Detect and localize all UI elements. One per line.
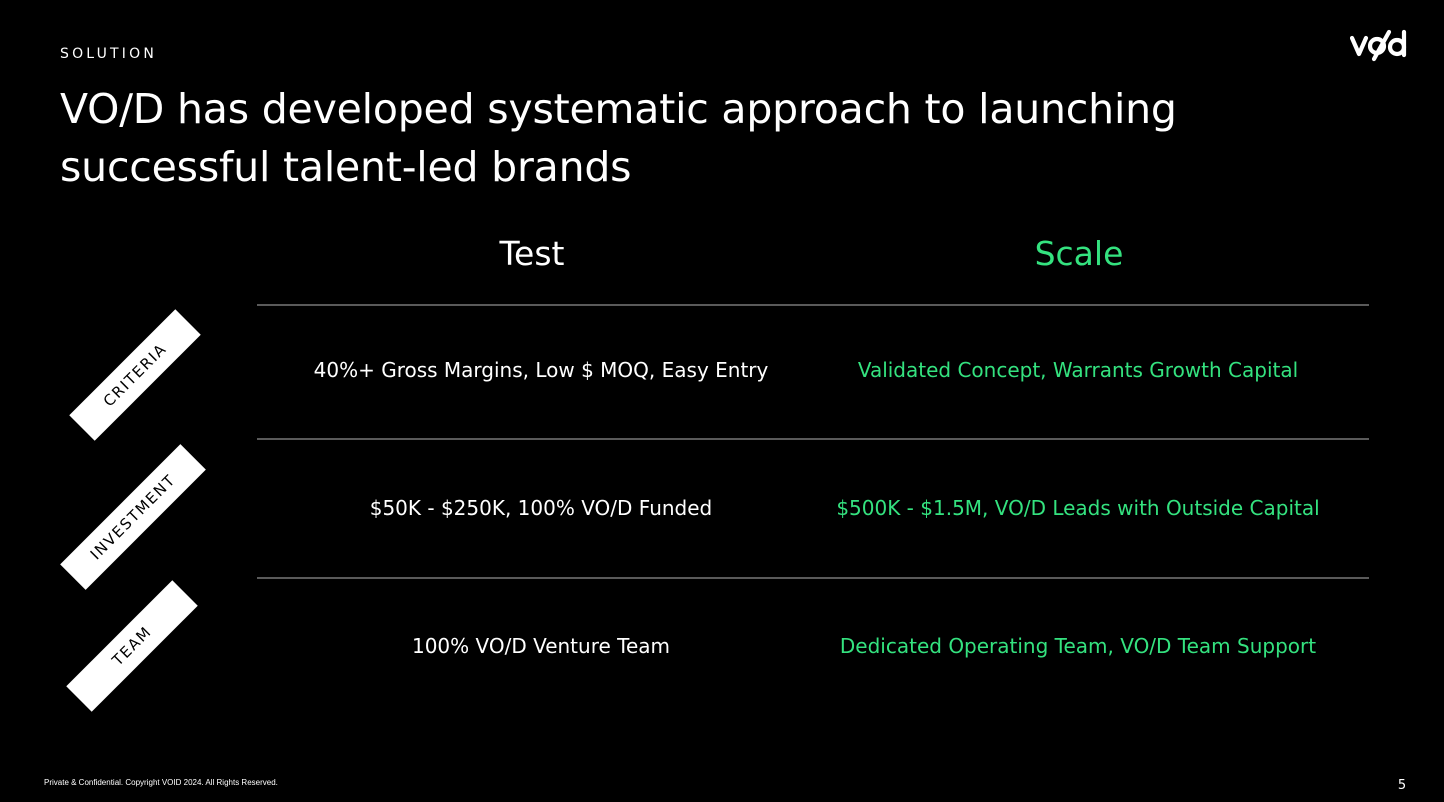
row-tag-criteria: CRITERIA xyxy=(69,309,201,441)
cell-criteria-scale: Validated Concept, Warrants Growth Capit… xyxy=(857,358,1299,382)
logo-v xyxy=(1350,35,1369,57)
cell-investment-test: $50K - $250K, 100% VO/D Funded xyxy=(369,496,713,520)
cell-team-test: 100% VO/D Venture Team xyxy=(411,634,671,658)
void-logo xyxy=(1350,29,1407,62)
row-tag-investment: INVESTMENT xyxy=(60,444,206,590)
logo-slash xyxy=(1371,29,1392,62)
row-tag-team: TEAM xyxy=(66,580,198,712)
column-header-test: Test xyxy=(499,234,565,273)
divider-row-1 xyxy=(257,438,1369,440)
section-label: SOLUTION xyxy=(60,46,158,62)
page-title: VO/D has developed systematic approach t… xyxy=(60,85,1177,191)
cell-team-scale: Dedicated Operating Team, VO/D Team Supp… xyxy=(839,634,1317,658)
cell-investment-scale: $500K - $1.5M, VO/D Leads with Outside C… xyxy=(836,496,1320,520)
divider-row-2 xyxy=(257,577,1369,579)
cell-criteria-test: 40%+ Gross Margins, Low $ MOQ, Easy Entr… xyxy=(313,358,769,382)
column-header-scale: Scale xyxy=(1034,234,1124,273)
divider-top xyxy=(257,304,1369,306)
copyright-notice: Private & Confidential. Copyright VOID 2… xyxy=(44,778,278,787)
page-number: 5 xyxy=(1397,778,1407,793)
